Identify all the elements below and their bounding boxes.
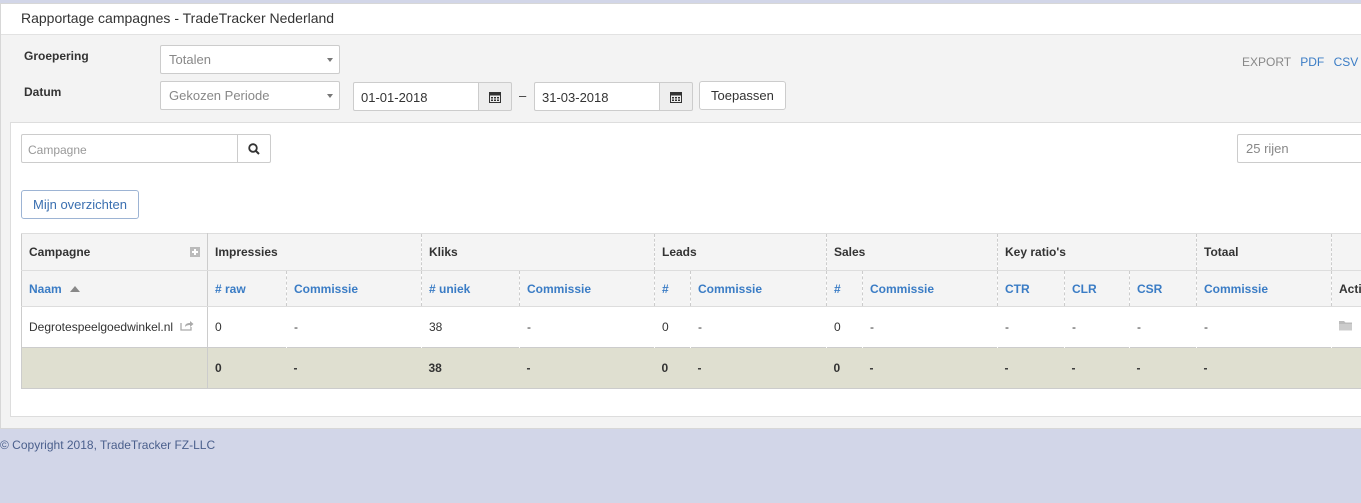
column-impressies-commissie[interactable]: Commissie xyxy=(286,270,422,307)
group-impressies: Impressies xyxy=(207,233,422,271)
column-actions: Acties xyxy=(1331,270,1361,307)
grouping-select-value: Totalen xyxy=(169,52,211,67)
footer-copyright: © Copyright 2018, TradeTracker FZ-LLC xyxy=(0,438,216,452)
column-totaal-commissie[interactable]: Commissie xyxy=(1196,270,1332,307)
total-sales: 0 xyxy=(826,347,863,389)
column-uniek[interactable]: # uniek xyxy=(421,270,520,307)
table-group-header: Campagne Impressies Kliks Leads Sales Ke… xyxy=(21,233,1361,271)
campaign-name-cell: Degrotespeelgoedwinkel.nl xyxy=(21,306,208,348)
sort-ascending-icon xyxy=(69,286,80,293)
table-column-header: Naam # raw Commissie # uniek Commissie #… xyxy=(21,270,1361,307)
page-title: Rapportage campagnes - TradeTracker Nede… xyxy=(21,10,335,26)
calendar-icon xyxy=(489,91,501,103)
cell-ctr: - xyxy=(1005,320,1010,334)
column-leads-count[interactable]: # xyxy=(654,270,691,307)
column-naam[interactable]: Naam xyxy=(21,270,208,307)
date-to-calendar-button[interactable] xyxy=(659,82,693,111)
chevron-down-icon xyxy=(327,58,333,62)
column-raw[interactable]: # raw xyxy=(207,270,287,307)
total-csr: - xyxy=(1129,347,1197,389)
total-clr: - xyxy=(1064,347,1130,389)
export-label: EXPORT xyxy=(1242,55,1291,69)
group-totaal: Totaal xyxy=(1196,233,1332,271)
total-actions xyxy=(1331,347,1361,389)
total-kliks-commissie: - xyxy=(519,347,655,389)
campaign-search-input[interactable]: Campagne xyxy=(21,134,238,163)
search-icon xyxy=(248,142,260,155)
date-mode-select-value: Gekozen Periode xyxy=(169,88,270,103)
group-campagne: Campagne xyxy=(21,233,208,271)
cell-clr: - xyxy=(1072,320,1077,334)
folder-icon[interactable] xyxy=(1339,320,1353,334)
cell-impressies-commissie: - xyxy=(294,320,298,334)
column-kliks-commissie[interactable]: Commissie xyxy=(519,270,655,307)
date-mode-select[interactable]: Gekozen Periode xyxy=(160,81,340,110)
campaign-report-table: Campagne Impressies Kliks Leads Sales Ke… xyxy=(21,233,1361,389)
grouping-select[interactable]: Totalen xyxy=(160,45,340,74)
cell-uniek: 38 xyxy=(429,320,443,334)
column-sales-count[interactable]: # xyxy=(826,270,863,307)
total-leads-commissie: - xyxy=(690,347,827,389)
cell-actions xyxy=(1332,307,1361,348)
table-totals-row: 0 - 38 - 0 - 0 - - - - - xyxy=(21,347,1361,389)
date-to-input[interactable]: 31-03-2018 xyxy=(534,82,660,111)
total-raw: 0 xyxy=(207,347,287,389)
table-row: Degrotespeelgoedwinkel.nl 0 - 38 - 0 - 0… xyxy=(21,306,1361,348)
column-csr[interactable]: CSR xyxy=(1129,270,1197,307)
cell-raw: 0 xyxy=(215,320,222,334)
group-actions xyxy=(1331,233,1361,271)
campaign-name: Degrotespeelgoedwinkel.nl xyxy=(29,319,174,334)
rows-per-page-select[interactable]: 25 rijen xyxy=(1237,134,1361,163)
export-bar: EXPORT PDF CSV X xyxy=(1242,55,1361,69)
report-panel: Rapportage campagnes - TradeTracker Nede… xyxy=(0,3,1361,429)
total-impressies-commissie: - xyxy=(286,347,422,389)
group-kliks: Kliks xyxy=(421,233,655,271)
group-sales: Sales xyxy=(825,233,998,271)
group-leads: Leads xyxy=(654,233,827,271)
cell-sales-commissie: - xyxy=(870,320,874,334)
column-ctr[interactable]: CTR xyxy=(997,270,1065,307)
cell-kliks-commissie: - xyxy=(527,320,531,334)
total-uniek: 38 xyxy=(421,347,520,389)
export-pdf-link[interactable]: PDF xyxy=(1300,55,1324,69)
date-from-calendar-button[interactable] xyxy=(478,82,512,111)
add-column-icon[interactable] xyxy=(190,247,200,257)
apply-button[interactable]: Toepassen xyxy=(699,81,786,110)
date-separator: – xyxy=(519,88,527,103)
chevron-down-icon xyxy=(327,94,333,98)
grouping-label: Groepering xyxy=(24,49,89,63)
export-csv-link[interactable]: CSV xyxy=(1334,55,1359,69)
calendar-icon xyxy=(670,91,682,103)
column-clr[interactable]: CLR xyxy=(1064,270,1130,307)
report-content: Campagne 25 rijen Mijn overzichten Campa… xyxy=(10,122,1361,417)
total-totaal-commissie: - xyxy=(1196,347,1332,389)
total-sales-commissie: - xyxy=(862,347,998,389)
date-label: Datum xyxy=(24,85,62,99)
cell-csr: - xyxy=(1137,320,1142,334)
cell-leads-commissie: - xyxy=(698,320,702,334)
cell-sales-link[interactable]: 0 xyxy=(827,307,863,348)
title-bar: Rapportage campagnes - TradeTracker Nede… xyxy=(1,4,1361,35)
totals-label-cell xyxy=(21,347,208,389)
total-leads: 0 xyxy=(654,347,691,389)
column-sales-commissie[interactable]: Commissie xyxy=(861,270,998,307)
column-leads-commissie[interactable]: Commissie xyxy=(690,270,827,307)
cell-leads-link[interactable]: 0 xyxy=(655,307,691,348)
total-ctr: - xyxy=(997,347,1065,389)
my-overviews-button[interactable]: Mijn overzichten xyxy=(21,190,139,219)
date-from-input[interactable]: 01-01-2018 xyxy=(353,82,479,111)
cell-totaal-commissie: - xyxy=(1204,320,1209,334)
search-button[interactable] xyxy=(237,134,271,163)
group-key-ratios: Key ratio's xyxy=(997,233,1197,271)
external-link-icon[interactable] xyxy=(180,320,194,334)
